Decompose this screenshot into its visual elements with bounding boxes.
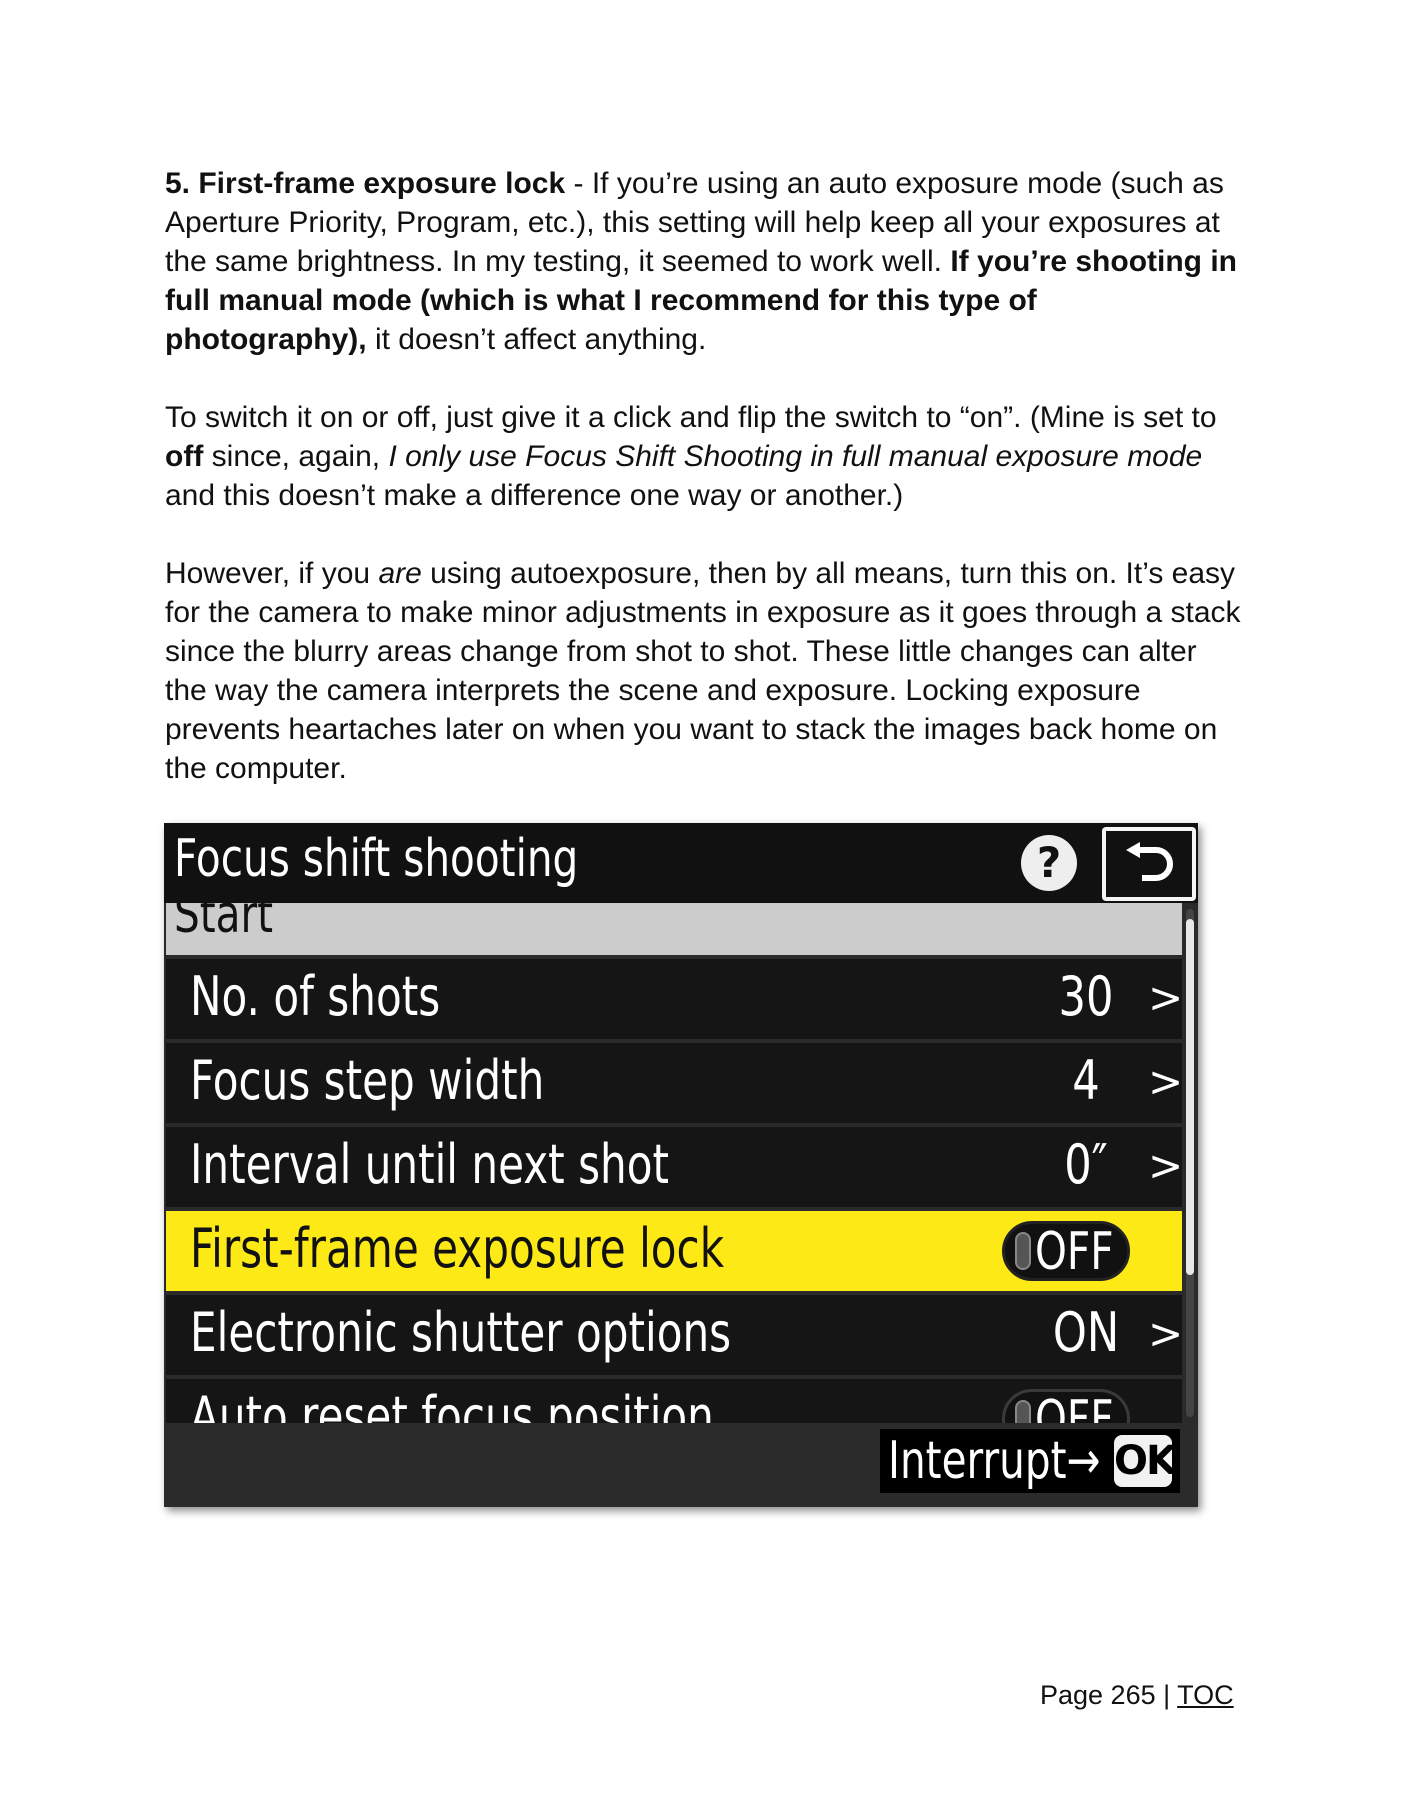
page-number: Page 265 |	[1040, 1680, 1178, 1710]
chevron-right-icon: >	[1148, 973, 1182, 1022]
text-segment: However, if you	[165, 557, 379, 590]
title-bar: Focus shift shooting ?	[164, 823, 1198, 903]
chevron-right-icon: >	[1148, 1309, 1182, 1358]
interrupt-hint: Interrupt→ OK	[880, 1429, 1180, 1493]
auto-reset-toggle[interactable]: OFF	[1002, 1389, 1130, 1423]
back-icon[interactable]	[1102, 827, 1196, 901]
interrupt-label: Interrupt→	[888, 1431, 1101, 1491]
bold-segment: off	[165, 440, 204, 473]
ok-button-icon[interactable]: OK	[1114, 1435, 1177, 1487]
menu-item-auto-reset-focus[interactable]: Auto reset focus position OFF	[166, 1379, 1182, 1423]
paragraph-exposure-lock: 5. First-frame exposure lock - If you’re…	[165, 164, 1245, 359]
paragraph-autoexposure: However, if you are using autoexposure, …	[165, 554, 1245, 788]
toggle-knob	[1015, 1400, 1031, 1423]
section-heading: 5. First-frame exposure lock	[165, 167, 566, 200]
exposure-lock-toggle[interactable]: OFF	[1002, 1221, 1130, 1282]
menu-item-label: Auto reset focus position	[190, 1385, 714, 1423]
chevron-right-icon: >	[1148, 1057, 1182, 1106]
menu-title: Focus shift shooting	[174, 829, 579, 889]
toggle-state: OFF	[1035, 1390, 1114, 1423]
toc-link[interactable]: TOC	[1177, 1680, 1234, 1710]
text-segment: it doesn’t affect anything.	[366, 323, 707, 356]
menu-item-value: 0″	[1064, 1133, 1108, 1196]
toggle-state: OFF	[1035, 1222, 1114, 1282]
text-segment: since, again,	[203, 440, 389, 473]
toggle-knob	[1015, 1232, 1031, 1270]
menu-item-interval[interactable]: Interval until next shot 0″ >	[166, 1127, 1182, 1207]
text-segment: To switch it on or off, just give it a c…	[165, 401, 1217, 434]
menu-list: Start No. of shots 30 > Focus step width…	[164, 903, 1182, 1423]
separator: -	[565, 167, 592, 200]
menu-item-no-of-shots[interactable]: No. of shots 30 >	[166, 959, 1182, 1039]
menu-item-first-frame-exposure-lock[interactable]: First-frame exposure lock OFF	[166, 1211, 1182, 1291]
menu-item-label: Electronic shutter options	[190, 1301, 732, 1364]
menu-item-label: Start	[174, 903, 274, 945]
paragraph-switch: To switch it on or off, just give it a c…	[165, 398, 1245, 515]
menu-item-label: Focus step width	[190, 1049, 545, 1112]
menu-item-label: Interval until next shot	[190, 1133, 670, 1196]
menu-item-electronic-shutter[interactable]: Electronic shutter options ON >	[166, 1295, 1182, 1375]
menu-item-start[interactable]: Start	[166, 903, 1182, 955]
document-body: 5. First-frame exposure lock - If you’re…	[165, 164, 1245, 827]
menu-item-value: 4	[1072, 1049, 1100, 1112]
page-footer: Page 265 | TOC	[1040, 1680, 1234, 1711]
menu-item-value: 30	[1058, 965, 1114, 1028]
menu-item-label: First-frame exposure lock	[190, 1217, 725, 1280]
help-icon[interactable]: ?	[1021, 835, 1077, 891]
chevron-right-icon: >	[1148, 1141, 1182, 1190]
menu-item-label: No. of shots	[190, 965, 441, 1028]
menu-footer: Interrupt→ OK	[164, 1423, 1198, 1507]
italic-segment: are	[378, 557, 422, 590]
italic-segment: I only use Focus Shift Shooting in full …	[388, 440, 1203, 473]
menu-item-focus-step-width[interactable]: Focus step width 4 >	[166, 1043, 1182, 1123]
text-segment: using autoexposure, then by all means, t…	[165, 557, 1241, 785]
text-segment: and this doesn’t make a difference one w…	[165, 479, 904, 512]
menu-item-value: ON	[1052, 1301, 1120, 1364]
scrollbar-thumb[interactable]	[1186, 919, 1194, 1275]
camera-menu-screenshot: Focus shift shooting ? Start No. of shot…	[164, 823, 1198, 1507]
